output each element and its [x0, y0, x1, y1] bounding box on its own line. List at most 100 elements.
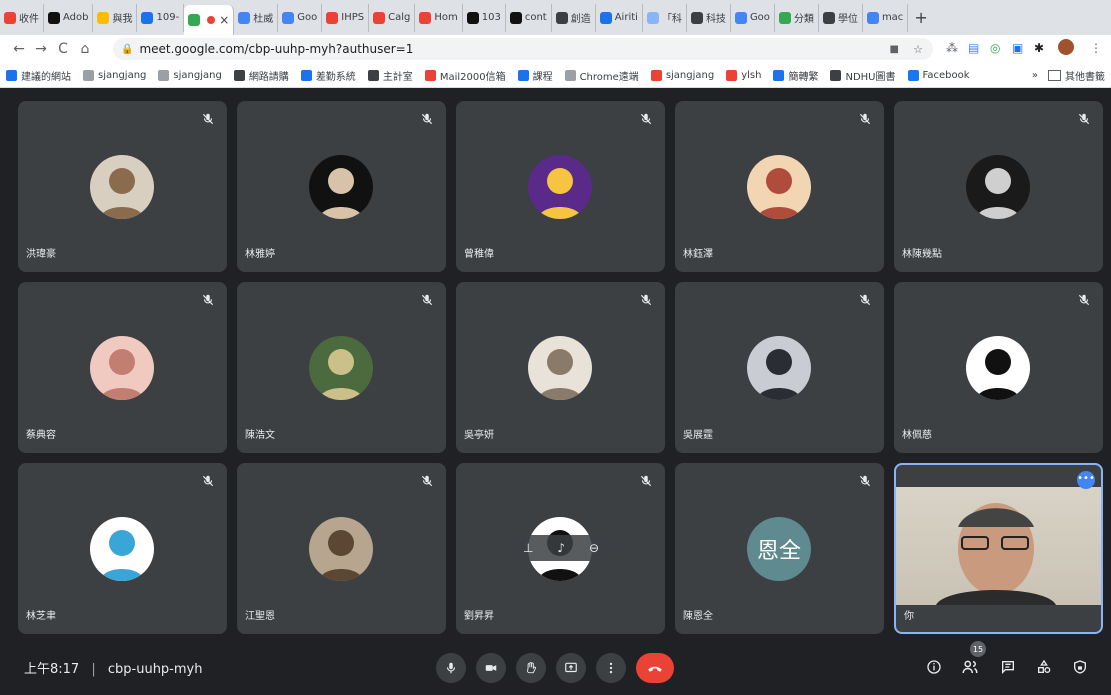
star-icon[interactable]: ☆: [913, 43, 923, 56]
browser-tab[interactable]: cont: [506, 3, 552, 32]
participant-name: 林雅婷: [245, 249, 275, 260]
activities-button[interactable]: [1034, 657, 1054, 677]
bookmark-favicon-icon: [158, 69, 170, 81]
extension-icon[interactable]: ◎: [990, 41, 1000, 55]
bookmark-item[interactable]: NDHU圖書: [830, 68, 896, 83]
browser-tab[interactable]: 109-: [137, 3, 185, 32]
bookmark-item[interactable]: sjangjang: [650, 69, 714, 81]
puzzle-icon[interactable]: ✱: [1034, 41, 1044, 55]
bookmark-item[interactable]: 差勤系統: [300, 68, 356, 83]
participant-tile[interactable]: 恩全 陳恩全: [675, 463, 884, 634]
chat-button[interactable]: [998, 657, 1018, 677]
bookmark-item[interactable]: 主計室: [367, 68, 413, 83]
browser-tab[interactable]: mac: [863, 3, 909, 32]
browser-tab[interactable]: Goo: [731, 3, 775, 32]
bookmark-item[interactable]: Facebook: [907, 69, 970, 81]
remove-participant-icon[interactable]: ⊖: [589, 541, 599, 555]
muted-mic-icon: [858, 292, 872, 306]
participant-tile[interactable]: 林佩慈: [894, 282, 1103, 453]
new-tab-icon[interactable]: +: [914, 8, 927, 27]
browser-tab[interactable]: 「科: [643, 3, 687, 32]
participant-tile[interactable]: 林雅婷: [237, 101, 446, 272]
meeting-separator: |: [91, 662, 96, 677]
bookmark-item[interactable]: 簡轉繁: [773, 68, 818, 83]
browser-tab[interactable]: Goo: [278, 3, 323, 32]
tab-label: 103: [481, 12, 501, 23]
browser-tab[interactable]: 收件: [0, 3, 44, 32]
bookmark-item[interactable]: 課程: [517, 68, 553, 83]
leave-call-button[interactable]: [636, 653, 674, 683]
mute-participant-icon[interactable]: ♪: [557, 541, 565, 555]
address-bar[interactable]: 🔒 meet.google.com/cbp-uuhp-myh?authuser=…: [113, 38, 933, 60]
browser-tab[interactable]: 創造: [552, 3, 596, 32]
camera-icon[interactable]: ■: [890, 44, 899, 55]
avatar: [528, 336, 592, 400]
bookmark-item[interactable]: Mail2000信箱: [424, 68, 506, 83]
browser-tab[interactable]: 杜威: [234, 3, 279, 32]
hang-up-icon: [648, 666, 662, 672]
bookmark-label: 主計室: [382, 71, 413, 83]
kebab-menu-icon[interactable]: ⋮: [1090, 41, 1102, 55]
participant-tile[interactable]: 江聖恩: [237, 463, 446, 634]
browser-tab[interactable]: 科技: [687, 3, 731, 32]
browser-tab[interactable]: 與我: [93, 3, 138, 32]
bookmark-item[interactable]: 網路請購: [233, 68, 289, 83]
self-video-tile[interactable]: ••• 你: [894, 463, 1103, 634]
raise-hand-button[interactable]: [516, 653, 546, 683]
tab-label: 創造: [570, 14, 591, 25]
browser-tab[interactable]: 分類: [775, 3, 819, 32]
show-everyone-button[interactable]: [960, 657, 980, 677]
participant-tile[interactable]: 蔡典容: [18, 282, 227, 453]
forward-arrow-icon[interactable]: →: [30, 41, 52, 57]
back-arrow-icon[interactable]: ←: [8, 41, 30, 57]
tile-more-options-icon[interactable]: •••: [1077, 471, 1095, 489]
extension-icon[interactable]: ⁂: [946, 41, 958, 55]
browser-tab[interactable]: 學位: [819, 3, 863, 32]
bookmark-item[interactable]: sjangjang: [158, 69, 222, 81]
bookmarks-overflow-icon[interactable]: »: [1032, 70, 1038, 81]
bookmark-item[interactable]: 建議的網站: [6, 68, 71, 83]
avatar: [309, 336, 373, 400]
reload-icon[interactable]: C: [52, 41, 74, 57]
profile-avatar-icon[interactable]: [1058, 39, 1074, 55]
meeting-details-button[interactable]: [924, 657, 944, 677]
muted-mic-icon: [639, 292, 653, 306]
participant-name: 陳浩文: [245, 430, 275, 441]
participant-tile[interactable]: 陳浩文: [237, 282, 446, 453]
participant-tile[interactable]: 曾稚偉: [456, 101, 665, 272]
participant-tile[interactable]: 吳亭妍: [456, 282, 665, 453]
meeting-time: 上午8:17: [24, 662, 80, 677]
participant-tile[interactable]: 林陳幾點: [894, 101, 1103, 272]
more-options-button[interactable]: [596, 653, 626, 683]
participant-tile[interactable]: 洪瑋豪: [18, 101, 227, 272]
browser-tab[interactable]: IHPS: [322, 3, 370, 32]
home-icon[interactable]: ⌂: [74, 41, 96, 57]
people-icon: [962, 660, 978, 674]
present-screen-button[interactable]: [556, 653, 586, 683]
participant-name: 林鈺澤: [683, 249, 713, 260]
bookmark-item[interactable]: Chrome遠端: [564, 68, 639, 83]
browser-tab[interactable]: Adob: [44, 3, 94, 32]
extension-icon[interactable]: ▣: [1012, 41, 1023, 55]
browser-tab[interactable]: ×: [184, 5, 235, 35]
avatar: [90, 517, 154, 581]
browser-tab[interactable]: Airiti: [596, 3, 643, 32]
microphone-button[interactable]: [436, 653, 466, 683]
initials-avatar: 恩全: [747, 517, 811, 581]
browser-tab[interactable]: 103: [463, 3, 506, 32]
close-tab-icon[interactable]: ×: [219, 13, 229, 27]
participant-tile[interactable]: 林芝聿: [18, 463, 227, 634]
other-bookmarks-label[interactable]: 其他書籤: [1065, 68, 1105, 83]
host-controls-button[interactable]: [1070, 657, 1090, 677]
docs-extension-icon[interactable]: ▤: [968, 41, 979, 55]
browser-tab[interactable]: Hom: [415, 3, 463, 32]
browser-tab[interactable]: Calg: [369, 3, 416, 32]
pin-icon[interactable]: ⊥: [523, 541, 533, 555]
participant-tile[interactable]: 吳展霆: [675, 282, 884, 453]
bookmark-favicon-icon: [726, 69, 738, 81]
bookmark-item[interactable]: ylsh: [726, 69, 761, 81]
bookmark-item[interactable]: sjangjang: [83, 69, 146, 81]
participant-tile[interactable]: ⊥ ♪ ⊖ 劉昇昇: [456, 463, 665, 634]
camera-button[interactable]: [476, 653, 506, 683]
participant-tile[interactable]: 林鈺澤: [675, 101, 884, 272]
